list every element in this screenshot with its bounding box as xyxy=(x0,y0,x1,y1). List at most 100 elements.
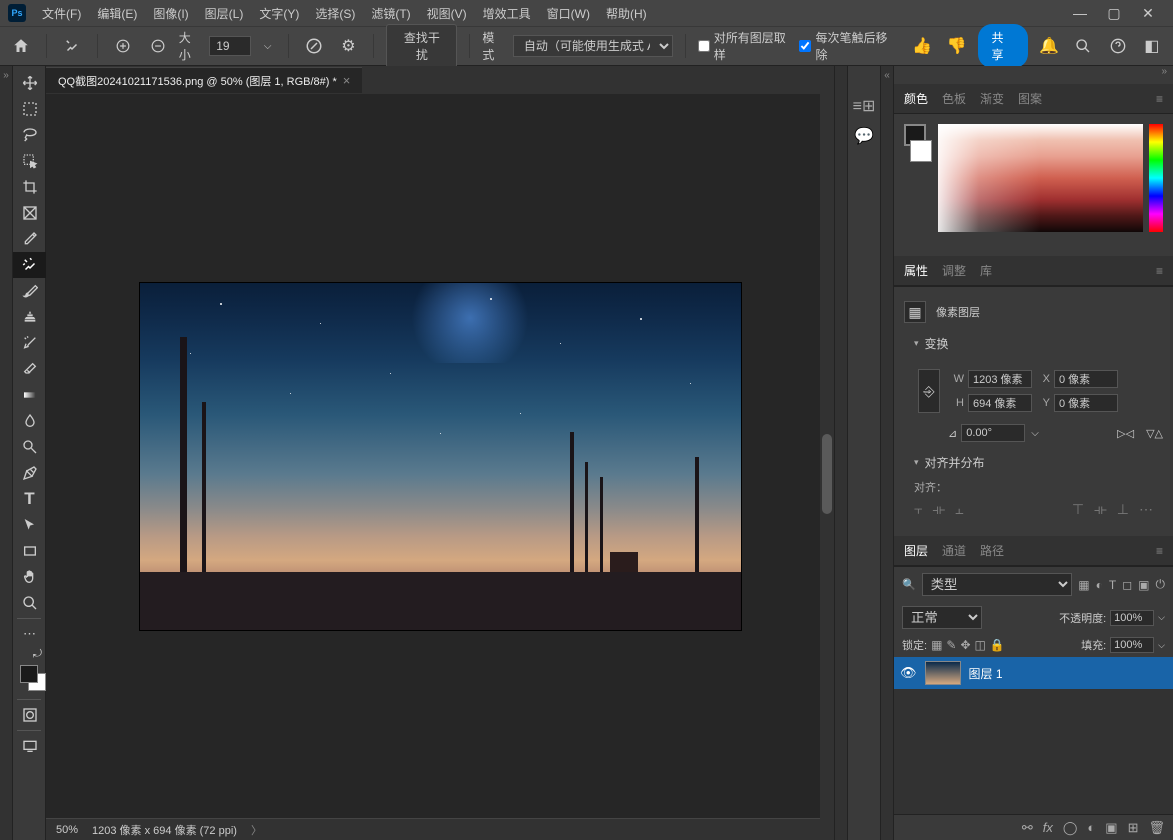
link-layers-icon[interactable]: ⚯ xyxy=(1022,820,1033,836)
panel-menu-icon[interactable]: ≡ xyxy=(1156,544,1163,558)
layer-thumbnail[interactable] xyxy=(925,661,961,685)
clone-stamp-tool[interactable] xyxy=(13,304,46,330)
vertical-scrollbar[interactable] xyxy=(820,94,834,840)
tab-color[interactable]: 颜色 xyxy=(904,84,928,113)
filter-toggle-icon[interactable]: ⏻ xyxy=(1156,577,1166,592)
fill-dropdown-icon[interactable]: ⌵ xyxy=(1158,640,1165,651)
y-input[interactable] xyxy=(1054,394,1118,412)
filter-search-icon[interactable]: 🔍 xyxy=(902,578,916,591)
panel-menu-icon[interactable]: ≡ xyxy=(1156,264,1163,278)
tab-channels[interactable]: 通道 xyxy=(942,536,966,565)
lock-pixels-icon[interactable]: ▦ xyxy=(931,638,942,652)
transform-section[interactable]: ▾变换 xyxy=(904,329,1163,358)
edit-toolbar-icon[interactable]: ⋯ xyxy=(13,621,46,647)
align-more-icon[interactable]: ⋯ xyxy=(1139,501,1153,518)
move-tool[interactable] xyxy=(13,70,46,96)
new-layer-icon[interactable]: ⊞ xyxy=(1128,820,1139,836)
help-icon[interactable] xyxy=(1104,32,1130,60)
zoom-level[interactable]: 50% xyxy=(56,824,78,836)
find-distractions-button[interactable]: 查找干扰 xyxy=(386,24,457,68)
blur-tool[interactable] xyxy=(13,408,46,434)
tab-properties[interactable]: 属性 xyxy=(904,256,928,285)
layer-item[interactable]: 👁 图层 1 xyxy=(894,657,1173,689)
window-minimize[interactable]: — xyxy=(1063,2,1097,24)
menu-help[interactable]: 帮助(H) xyxy=(598,1,655,26)
add-brush-icon[interactable] xyxy=(110,32,136,60)
remove-brush-icon[interactable] xyxy=(145,32,171,60)
doc-dimensions[interactable]: 1203 像素 x 694 像素 (72 ppi) xyxy=(92,822,237,838)
width-input[interactable] xyxy=(968,370,1032,388)
document-tab[interactable]: QQ截图20241021171536.png @ 50% (图层 1, RGB/… xyxy=(46,67,362,93)
share-button[interactable]: 共享 xyxy=(978,24,1029,68)
workspace-icon[interactable]: ◧ xyxy=(1139,32,1165,60)
eraser-tool[interactable] xyxy=(13,356,46,382)
comment-icon[interactable]: 💬 xyxy=(854,126,874,146)
panel-menu-icon[interactable]: ≡ xyxy=(1156,92,1163,106)
quick-mask-icon[interactable] xyxy=(13,702,46,728)
lock-artboard-icon[interactable]: ◫ xyxy=(975,638,986,652)
filter-smart-icon[interactable]: ▣ xyxy=(1138,578,1149,592)
layer-filter-select[interactable]: 类型 xyxy=(922,573,1073,596)
brush-tool[interactable] xyxy=(13,278,46,304)
remove-after-stroke-checkbox[interactable]: 每次笔触后移除 xyxy=(799,29,893,63)
hue-slider[interactable] xyxy=(1149,124,1163,232)
lock-all-icon[interactable]: 🔒 xyxy=(990,638,1005,652)
tool-preset-icon[interactable] xyxy=(59,32,85,60)
frame-tool[interactable] xyxy=(13,200,46,226)
menu-select[interactable]: 选择(S) xyxy=(307,1,363,26)
tab-adjustments[interactable]: 调整 xyxy=(942,256,966,285)
window-close[interactable]: ✕ xyxy=(1131,2,1165,24)
screen-mode-icon[interactable] xyxy=(13,733,46,759)
home-icon[interactable] xyxy=(8,32,34,60)
flip-v-icon[interactable]: ▽△ xyxy=(1146,427,1163,440)
spot-healing-tool[interactable] xyxy=(13,252,46,278)
brush-settings-icon[interactable] xyxy=(301,32,327,60)
filter-type-icon[interactable]: T xyxy=(1109,578,1116,592)
link-icon[interactable]: ⎆ xyxy=(918,369,940,413)
adjustment-layer-icon[interactable]: ◐ xyxy=(1087,820,1095,835)
gradient-tool[interactable] xyxy=(13,382,46,408)
hand-tool[interactable] xyxy=(13,564,46,590)
chevron-left-icon[interactable]: « xyxy=(884,70,890,81)
tab-libraries[interactable]: 库 xyxy=(980,256,992,285)
crop-tool[interactable] xyxy=(13,174,46,200)
height-input[interactable] xyxy=(968,394,1032,412)
thumbs-up-icon[interactable]: 👍 xyxy=(909,32,935,60)
menu-file[interactable]: 文件(F) xyxy=(34,1,89,26)
object-select-tool[interactable] xyxy=(13,148,46,174)
align-section[interactable]: ▾对齐并分布 xyxy=(904,448,1163,477)
dodge-tool[interactable] xyxy=(13,434,46,460)
close-icon[interactable]: × xyxy=(343,73,351,88)
search-icon[interactable] xyxy=(1070,32,1096,60)
rectangle-tool[interactable] xyxy=(13,538,46,564)
menu-layer[interactable]: 图层(L) xyxy=(197,1,252,26)
menu-edit[interactable]: 编辑(E) xyxy=(89,1,145,26)
thumbs-down-icon[interactable]: 👎 xyxy=(943,32,969,60)
layer-name[interactable]: 图层 1 xyxy=(969,665,1003,682)
x-input[interactable] xyxy=(1054,370,1118,388)
opacity-dropdown-icon[interactable]: ⌵ xyxy=(1158,612,1165,623)
color-swatches[interactable] xyxy=(17,665,41,693)
opacity-input[interactable] xyxy=(1110,610,1154,626)
swap-colors-icon[interactable]: ⤾ xyxy=(13,647,46,661)
flip-h-icon[interactable]: ▷◁ xyxy=(1117,427,1134,440)
menu-filter[interactable]: 滤镜(T) xyxy=(363,1,418,26)
delete-layer-icon[interactable]: 🗑 xyxy=(1148,820,1165,836)
size-input[interactable] xyxy=(209,36,251,56)
menu-plugins[interactable]: 增效工具 xyxy=(475,1,539,26)
size-dropdown-icon[interactable]: ⌵ xyxy=(259,32,276,60)
canvas[interactable] xyxy=(46,94,834,818)
group-icon[interactable]: ▣ xyxy=(1105,820,1117,836)
menu-view[interactable]: 视图(V) xyxy=(419,1,475,26)
tab-gradients[interactable]: 渐变 xyxy=(980,84,1004,113)
background-swatch[interactable] xyxy=(910,140,932,162)
angle-input[interactable] xyxy=(961,424,1025,442)
window-maximize[interactable]: ▢ xyxy=(1097,2,1131,24)
type-tool[interactable]: T xyxy=(13,486,46,512)
menu-type[interactable]: 文字(Y) xyxy=(251,1,307,26)
visibility-icon[interactable]: 👁 xyxy=(900,665,917,681)
menu-window[interactable]: 窗口(W) xyxy=(539,1,598,26)
layer-mask-icon[interactable]: ◯ xyxy=(1063,820,1078,836)
marquee-tool[interactable] xyxy=(13,96,46,122)
filter-adjust-icon[interactable]: ◐ xyxy=(1096,578,1103,592)
